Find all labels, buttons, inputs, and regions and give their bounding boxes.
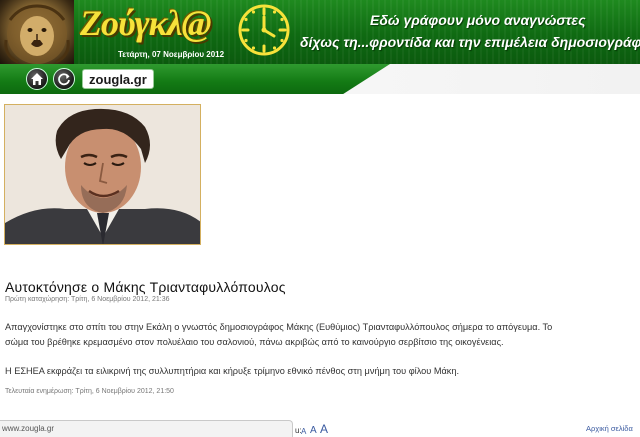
lion-logo-icon[interactable]: [0, 0, 74, 64]
refresh-icon: [58, 73, 70, 86]
slogan-line-2: δίχως τη...φροντίδα και την επιμέλεια δη…: [300, 34, 640, 50]
article-paragraph-1-line-1: Απαγχονίστηκε στο σπίτι του στην Εκάλη ο…: [5, 322, 553, 332]
article-paragraph-2: Η ΕΣΗΕΑ εκφράζει τα ειλικρινή της συλλυπ…: [5, 366, 460, 376]
home-page-link[interactable]: Αρχική σελίδα: [586, 424, 633, 433]
browser-status-bar: www.zougla.gr: [0, 420, 293, 437]
home-button[interactable]: [26, 68, 48, 90]
portrait-photo-icon: [5, 105, 200, 244]
font-size-medium-button[interactable]: A: [310, 425, 317, 436]
font-size-large-button[interactable]: A: [320, 422, 328, 436]
nav-bar: zougla.gr: [0, 64, 640, 94]
article-headline: Αυτοκτόνησε ο Μάκης Τριανταφυλλόπουλος: [5, 279, 286, 295]
home-icon: [31, 73, 43, 85]
last-update-timestamp: Τελευταία ενημέρωση: Τρίτη, 6 Νοεμβρίου …: [5, 388, 174, 395]
site-logo[interactable]: Ζούγκλ@: [80, 2, 212, 44]
site-name-link[interactable]: zougla.gr: [82, 69, 154, 89]
font-size-small-button[interactable]: A: [301, 427, 306, 436]
article-photo: [4, 104, 201, 245]
clock-icon: [236, 2, 292, 58]
slogan-line-1: Εδώ γράφουν μόνο αναγνώστες: [370, 12, 586, 28]
site-banner: Ζούγκλ@ Τετάρτη, 07 Νοεμβρίου 2012 Εδώ γ…: [0, 0, 640, 64]
refresh-button[interactable]: [53, 68, 75, 90]
article-paragraph-1-line-2: σώμα του βρέθηκε κρεμασμένο στον πολυέλα…: [5, 337, 504, 347]
current-date: Τετάρτη, 07 Νοεμβρίου 2012: [118, 50, 225, 59]
first-post-timestamp: Πρώτη καταχώρηση: Τρίτη, 6 Νοεμβρίου 201…: [5, 296, 170, 303]
